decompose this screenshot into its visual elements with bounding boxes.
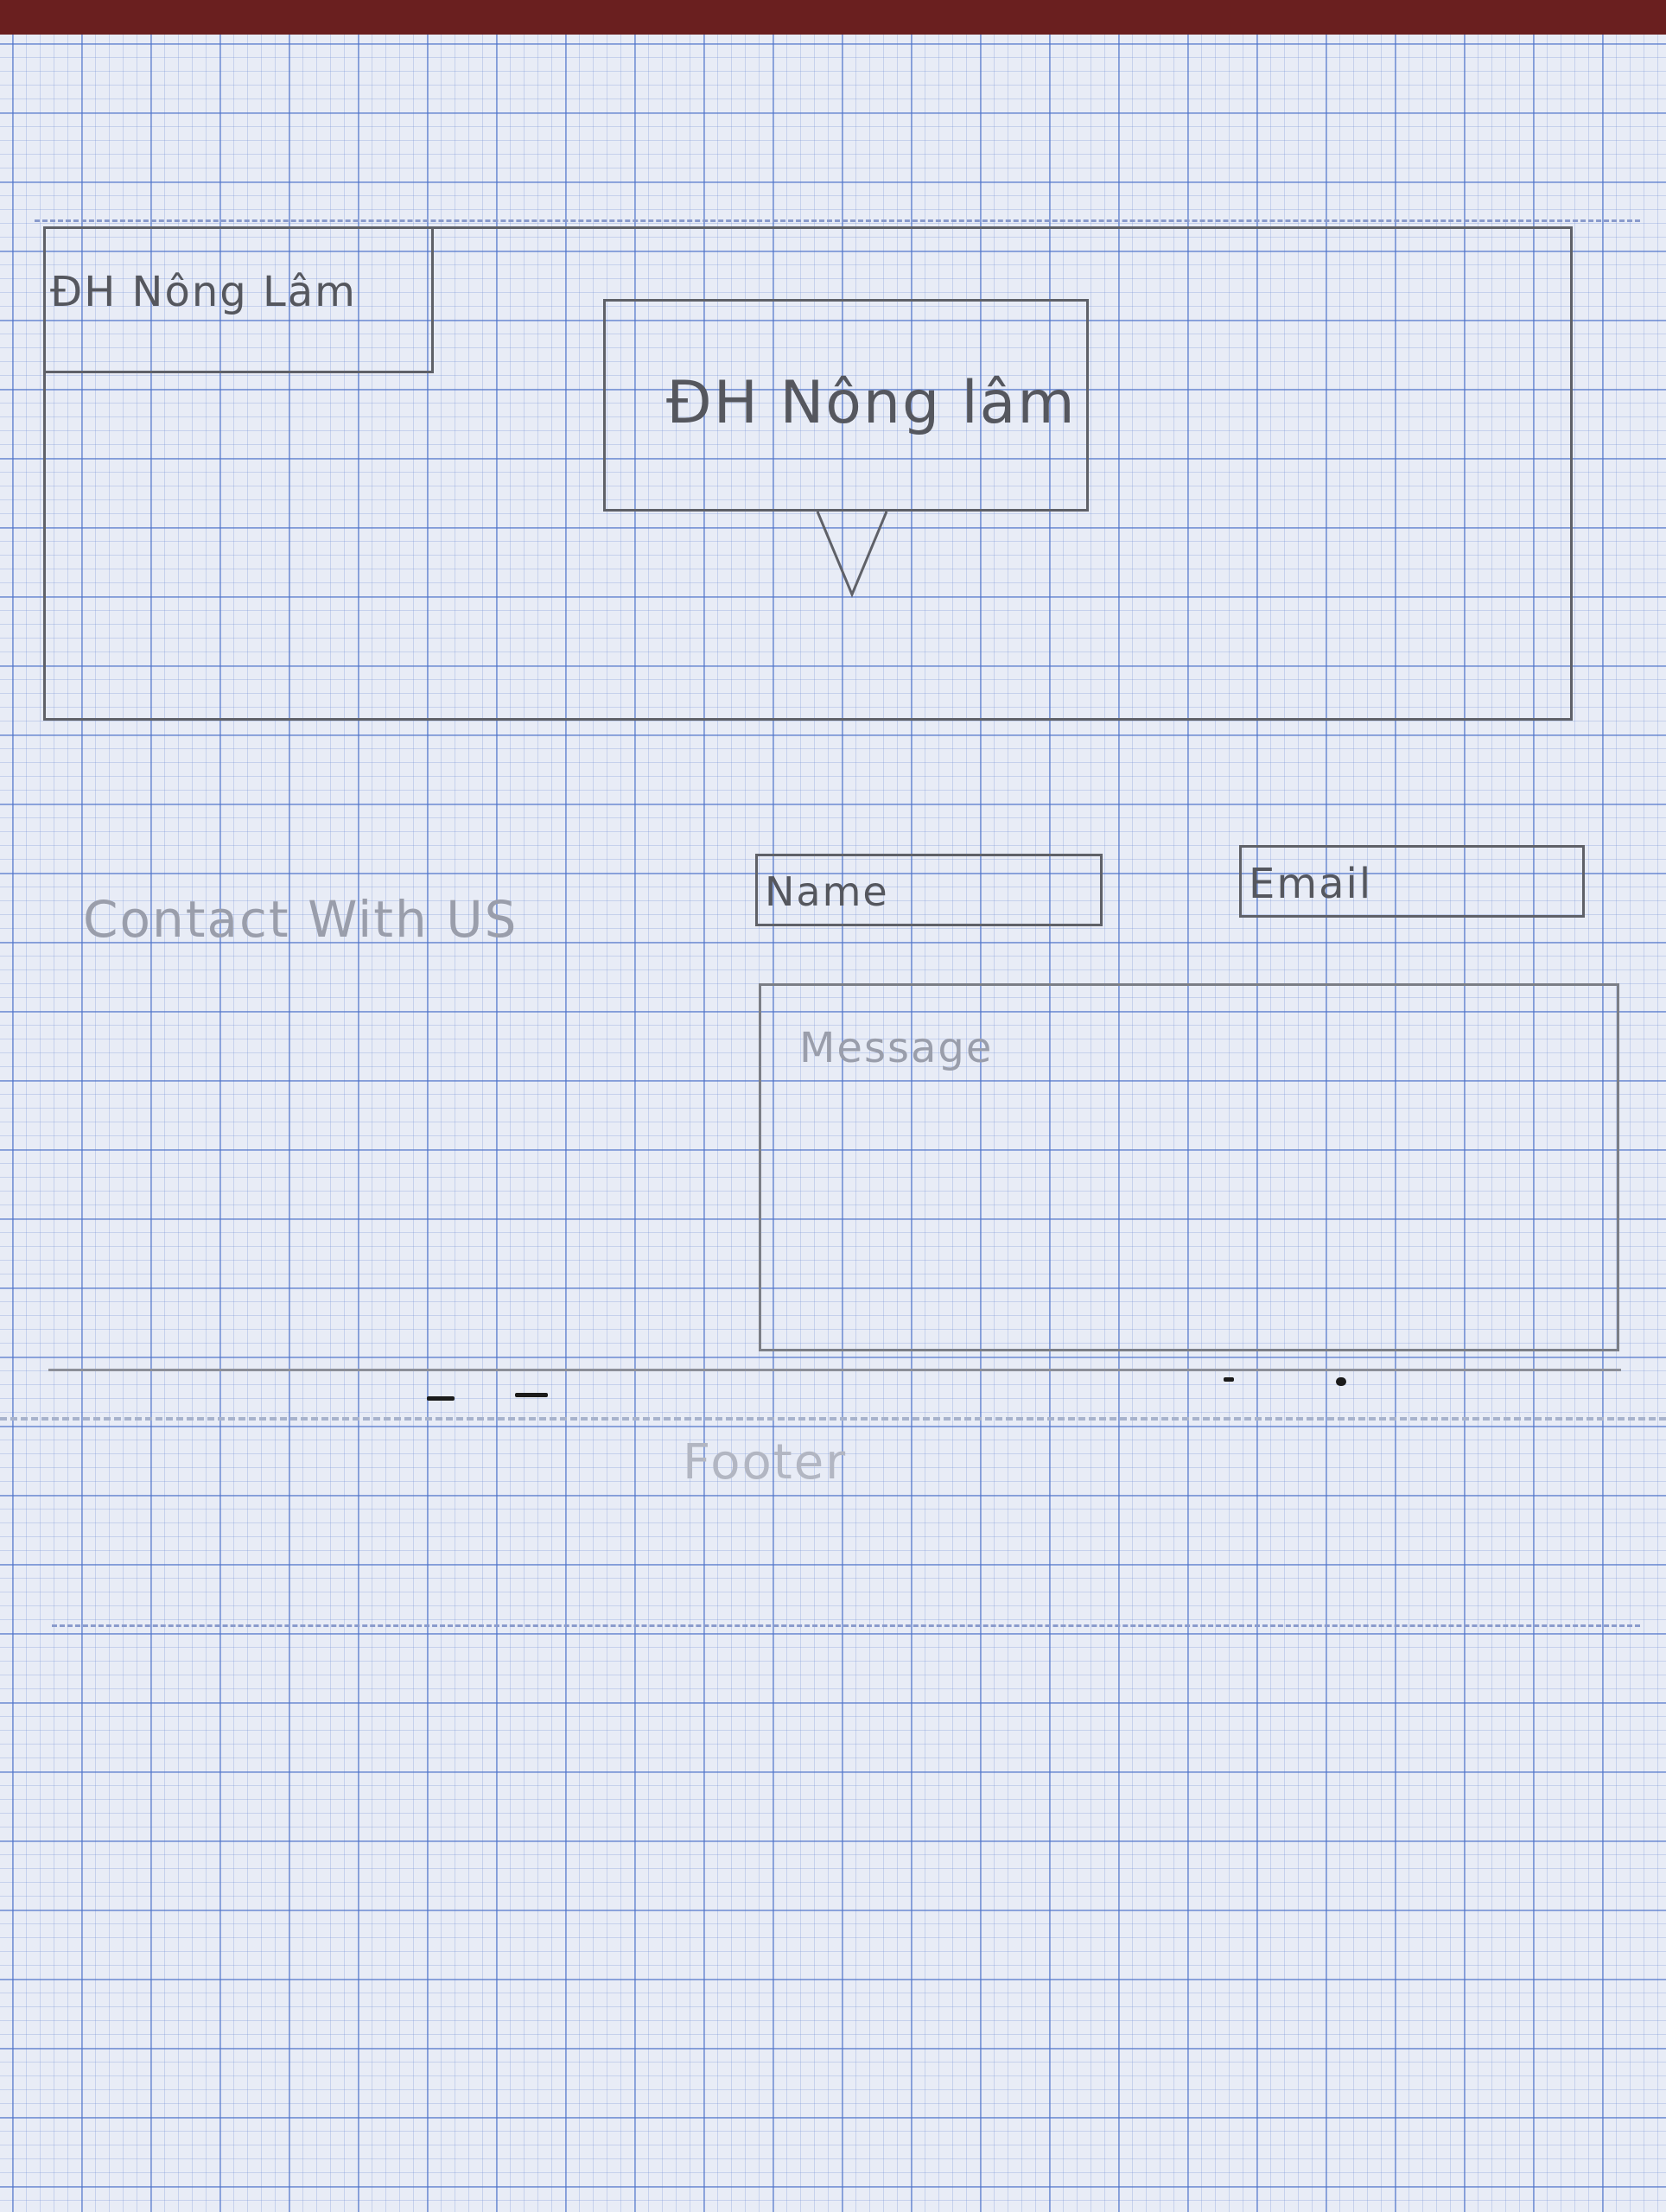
message-textarea[interactable]: Message [759, 983, 1619, 1351]
contact-heading: Contact With US [83, 890, 518, 949]
ink-mark [1224, 1377, 1234, 1382]
banner-pointer [816, 511, 888, 598]
name-input[interactable]: Name [755, 854, 1103, 926]
email-placeholder: Email [1249, 860, 1373, 908]
banner-text: ĐH Nông lâm [666, 369, 1077, 437]
contact-section-bottom-line [48, 1369, 1621, 1371]
name-placeholder: Name [765, 868, 889, 915]
message-placeholder: Message [799, 1024, 994, 1072]
fold-line-upper [0, 1417, 1666, 1421]
ink-mark [427, 1396, 455, 1401]
top-dotted-edge [35, 219, 1640, 222]
logo-text: ĐH Nông Lâm [50, 268, 357, 316]
banner-box: ĐH Nông lâm [603, 299, 1089, 512]
bottom-dotted-edge [52, 1624, 1640, 1627]
ink-mark [515, 1393, 548, 1397]
email-input[interactable]: Email [1239, 845, 1585, 918]
ink-mark [1336, 1377, 1346, 1386]
graph-paper-sketch: ĐH Nông Lâm ĐH Nông lâm Contact With US … [0, 35, 1666, 2212]
logo-box[interactable]: ĐH Nông Lâm [43, 226, 434, 373]
footer-label: Footer [683, 1434, 848, 1491]
